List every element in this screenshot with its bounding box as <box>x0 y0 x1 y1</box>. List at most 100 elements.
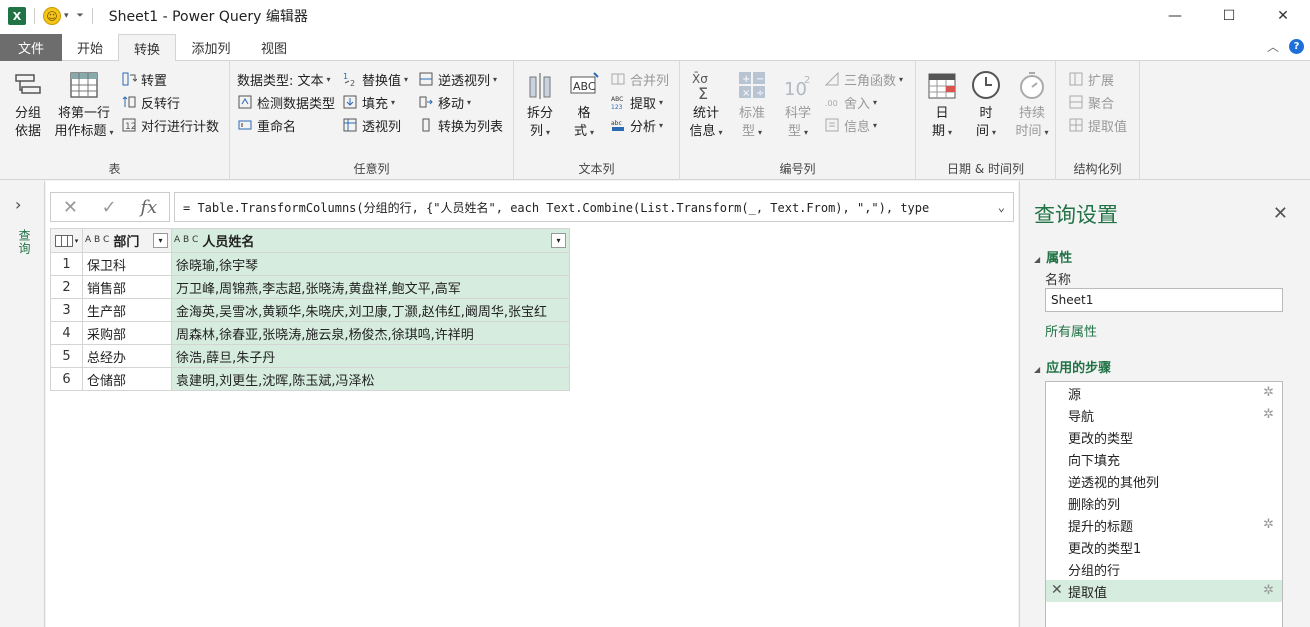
step-item[interactable]: 删除的列 <box>1046 492 1282 514</box>
gear-icon[interactable]: ✲ <box>1263 407 1274 422</box>
tab-file[interactable]: 文件 <box>0 34 62 61</box>
smiley-feedback-icon[interactable]: ☺ <box>43 7 61 25</box>
filter-dropdown-button[interactable]: ▾ <box>551 233 566 248</box>
convert-to-list-button[interactable]: 转换为列表 <box>418 115 503 135</box>
collapse-ribbon-icon[interactable]: ︿ <box>1267 38 1279 55</box>
cell-names[interactable]: 金海英,吴雪冰,黄颖华,朱晓庆,刘卫康,丁灏,赵伟红,阚周华,张宝红 <box>171 298 570 322</box>
expand-formula-icon[interactable]: ⌄ <box>998 200 1005 214</box>
cell-dept[interactable]: 仓储部 <box>82 367 172 391</box>
step-item[interactable]: 更改的类型 <box>1046 426 1282 448</box>
standard-button[interactable]: + − × ÷ 标准 型 ▾ <box>732 69 772 142</box>
svg-text:123: 123 <box>611 104 623 110</box>
help-icon[interactable]: ? <box>1289 39 1304 54</box>
properties-section-header[interactable]: ◢ 属性 <box>1034 247 1072 266</box>
cell-dept[interactable]: 销售部 <box>82 275 172 299</box>
move-button[interactable]: 移动 ▾ <box>418 92 471 112</box>
duration-button[interactable]: 持续 时间 ▾ <box>1012 69 1052 142</box>
statistics-label-2: 信息 ▾ <box>689 124 723 139</box>
tab-view[interactable]: 视图 <box>246 34 302 61</box>
use-first-row-button[interactable]: 将第一行 用作标题 ▾ <box>52 69 116 142</box>
statistics-button[interactable]: X̄σ Σ 统计 信息 ▾ <box>686 69 726 142</box>
formula-bar[interactable]: = Table.TransformColumns(分组的行, {"人员姓名", … <box>174 192 1014 222</box>
insert-function-button[interactable]: fx <box>140 197 157 218</box>
text-type-icon[interactable]: A B C <box>85 236 109 245</box>
chevron-down-icon[interactable]: ▾ <box>64 11 69 21</box>
data-type-dropdown[interactable]: 数据类型: 文本 ▾ <box>237 69 331 89</box>
gear-icon[interactable]: ✲ <box>1263 385 1274 400</box>
queries-pane-label[interactable]: 查询 <box>16 229 33 255</box>
count-rows-icon: 12 <box>122 118 136 132</box>
minimize-button[interactable]: — <box>1148 0 1202 32</box>
expand-pane-icon[interactable]: › <box>15 195 21 214</box>
pivot-button[interactable]: 透视列 <box>342 115 401 135</box>
svg-text:2: 2 <box>804 75 810 86</box>
expand-button[interactable]: 扩展 <box>1068 69 1114 89</box>
cell-dept[interactable]: 总经办 <box>82 344 172 368</box>
unpivot-button[interactable]: 逆透视列 ▾ <box>418 69 497 89</box>
cell-dept[interactable]: 生产部 <box>82 298 172 322</box>
cell-names[interactable]: 周森林,徐春亚,张晓涛,施云泉,杨俊杰,徐琪鸣,许祥明 <box>171 321 570 345</box>
applied-steps-section-header[interactable]: ◢ 应用的步骤 <box>1034 357 1111 376</box>
cell-dept[interactable]: 保卫科 <box>82 252 172 276</box>
reverse-rows-button[interactable]: 反转行 <box>121 92 180 112</box>
merge-columns-button[interactable]: 合并列 <box>610 69 669 89</box>
step-item[interactable]: 更改的类型1 <box>1046 536 1282 558</box>
tab-add-column[interactable]: 添加列 <box>176 34 246 61</box>
all-properties-link[interactable]: 所有属性 <box>1045 321 1097 340</box>
format-label: 格 <box>577 106 591 121</box>
close-button[interactable]: ✕ <box>1256 0 1310 32</box>
cell-names[interactable]: 袁建明,刘更生,沈晖,陈玉斌,冯泽松 <box>171 367 570 391</box>
confirm-formula-button[interactable]: ✓ <box>102 197 117 218</box>
cell-names[interactable]: 徐晓瑜,徐宇琴 <box>171 252 570 276</box>
cancel-formula-button[interactable]: ✕ <box>63 197 78 218</box>
tab-transform[interactable]: 转换 <box>118 34 176 62</box>
cell-names[interactable]: 万卫峰,周锦燕,李志超,张晓涛,黄盘祥,鲍文平,高军 <box>171 275 570 299</box>
count-rows-button[interactable]: 12 对行进行计数 <box>121 115 219 135</box>
list-icon <box>422 118 430 132</box>
group-any-column: 数据类型: 文本 ▾ 检测数据类型 重命名 12 替换值 ▾ 填充 ▾ 透视列 逆透视… <box>230 61 514 180</box>
cell-names[interactable]: 徐浩,薛旦,朱子丹 <box>171 344 570 368</box>
time-button[interactable]: 时 间 ▾ <box>968 69 1004 142</box>
transpose-button[interactable]: 转置 <box>121 69 167 89</box>
step-item-active[interactable]: ✕ 提取值 ✲ <box>1046 580 1282 602</box>
rounding-button[interactable]: .00 舍入 ▾ <box>824 92 877 112</box>
rename-button[interactable]: 重命名 <box>237 115 296 135</box>
gear-icon[interactable]: ✲ <box>1263 583 1274 598</box>
query-name-input[interactable]: Sheet1 <box>1045 288 1283 312</box>
group-by-button[interactable]: 分组 依据 <box>8 69 48 141</box>
text-type-icon[interactable]: A B C <box>174 236 198 245</box>
column-header-names[interactable]: A B C 人员姓名 ▾ <box>171 228 570 253</box>
table-menu-button[interactable]: ▾ <box>50 228 83 253</box>
svg-text:×: × <box>742 88 750 99</box>
step-item[interactable]: 逆透视的其他列 <box>1046 470 1282 492</box>
customize-toolbar-icon[interactable]: ⏷ <box>77 11 84 21</box>
extract-button[interactable]: ABC 123 提取 ▾ <box>610 92 663 112</box>
gear-icon[interactable]: ✲ <box>1263 517 1274 532</box>
scientific-button[interactable]: 10 2 科学 型 ▾ <box>778 69 818 142</box>
delete-step-icon[interactable]: ✕ <box>1051 582 1063 598</box>
parse-button[interactable]: abc 分析 ▾ <box>610 115 663 135</box>
close-pane-button[interactable]: ✕ <box>1273 203 1288 224</box>
extract-values-button[interactable]: 提取值 <box>1068 115 1127 135</box>
aggregate-button[interactable]: 聚合 <box>1068 92 1114 112</box>
information-button[interactable]: 信息 ▾ <box>824 115 877 135</box>
rounding-label: 舍入 <box>844 96 871 112</box>
date-button[interactable]: 日 期 ▾ <box>924 69 960 142</box>
step-item[interactable]: 源 ✲ <box>1046 382 1282 404</box>
tab-home[interactable]: 开始 <box>62 34 118 61</box>
fill-button[interactable]: 填充 ▾ <box>342 92 395 112</box>
step-item[interactable]: 提升的标题 ✲ <box>1046 514 1282 536</box>
cell-dept[interactable]: 采购部 <box>82 321 172 345</box>
column-header-dept[interactable]: A B C 部门 ▾ <box>82 228 172 253</box>
trigonometry-button[interactable]: 三角函数 ▾ <box>824 69 903 89</box>
format-button[interactable]: ABC 格 式 ▾ <box>564 69 604 142</box>
filter-dropdown-button[interactable]: ▾ <box>153 233 168 248</box>
split-column-button[interactable]: 拆分 列 ▾ <box>522 69 558 142</box>
applied-steps-list: 源 ✲ 导航 ✲ 更改的类型 向下填充 逆透视的其他列 删除的列 提升的标题 ✲ 更改… <box>1045 381 1283 627</box>
detect-type-button[interactable]: 检测数据类型 <box>237 92 335 112</box>
step-item[interactable]: 导航 ✲ <box>1046 404 1282 426</box>
step-item[interactable]: 分组的行 <box>1046 558 1282 580</box>
maximize-button[interactable]: ☐ <box>1202 0 1256 32</box>
replace-values-button[interactable]: 12 替换值 ▾ <box>342 69 408 89</box>
step-item[interactable]: 向下填充 <box>1046 448 1282 470</box>
